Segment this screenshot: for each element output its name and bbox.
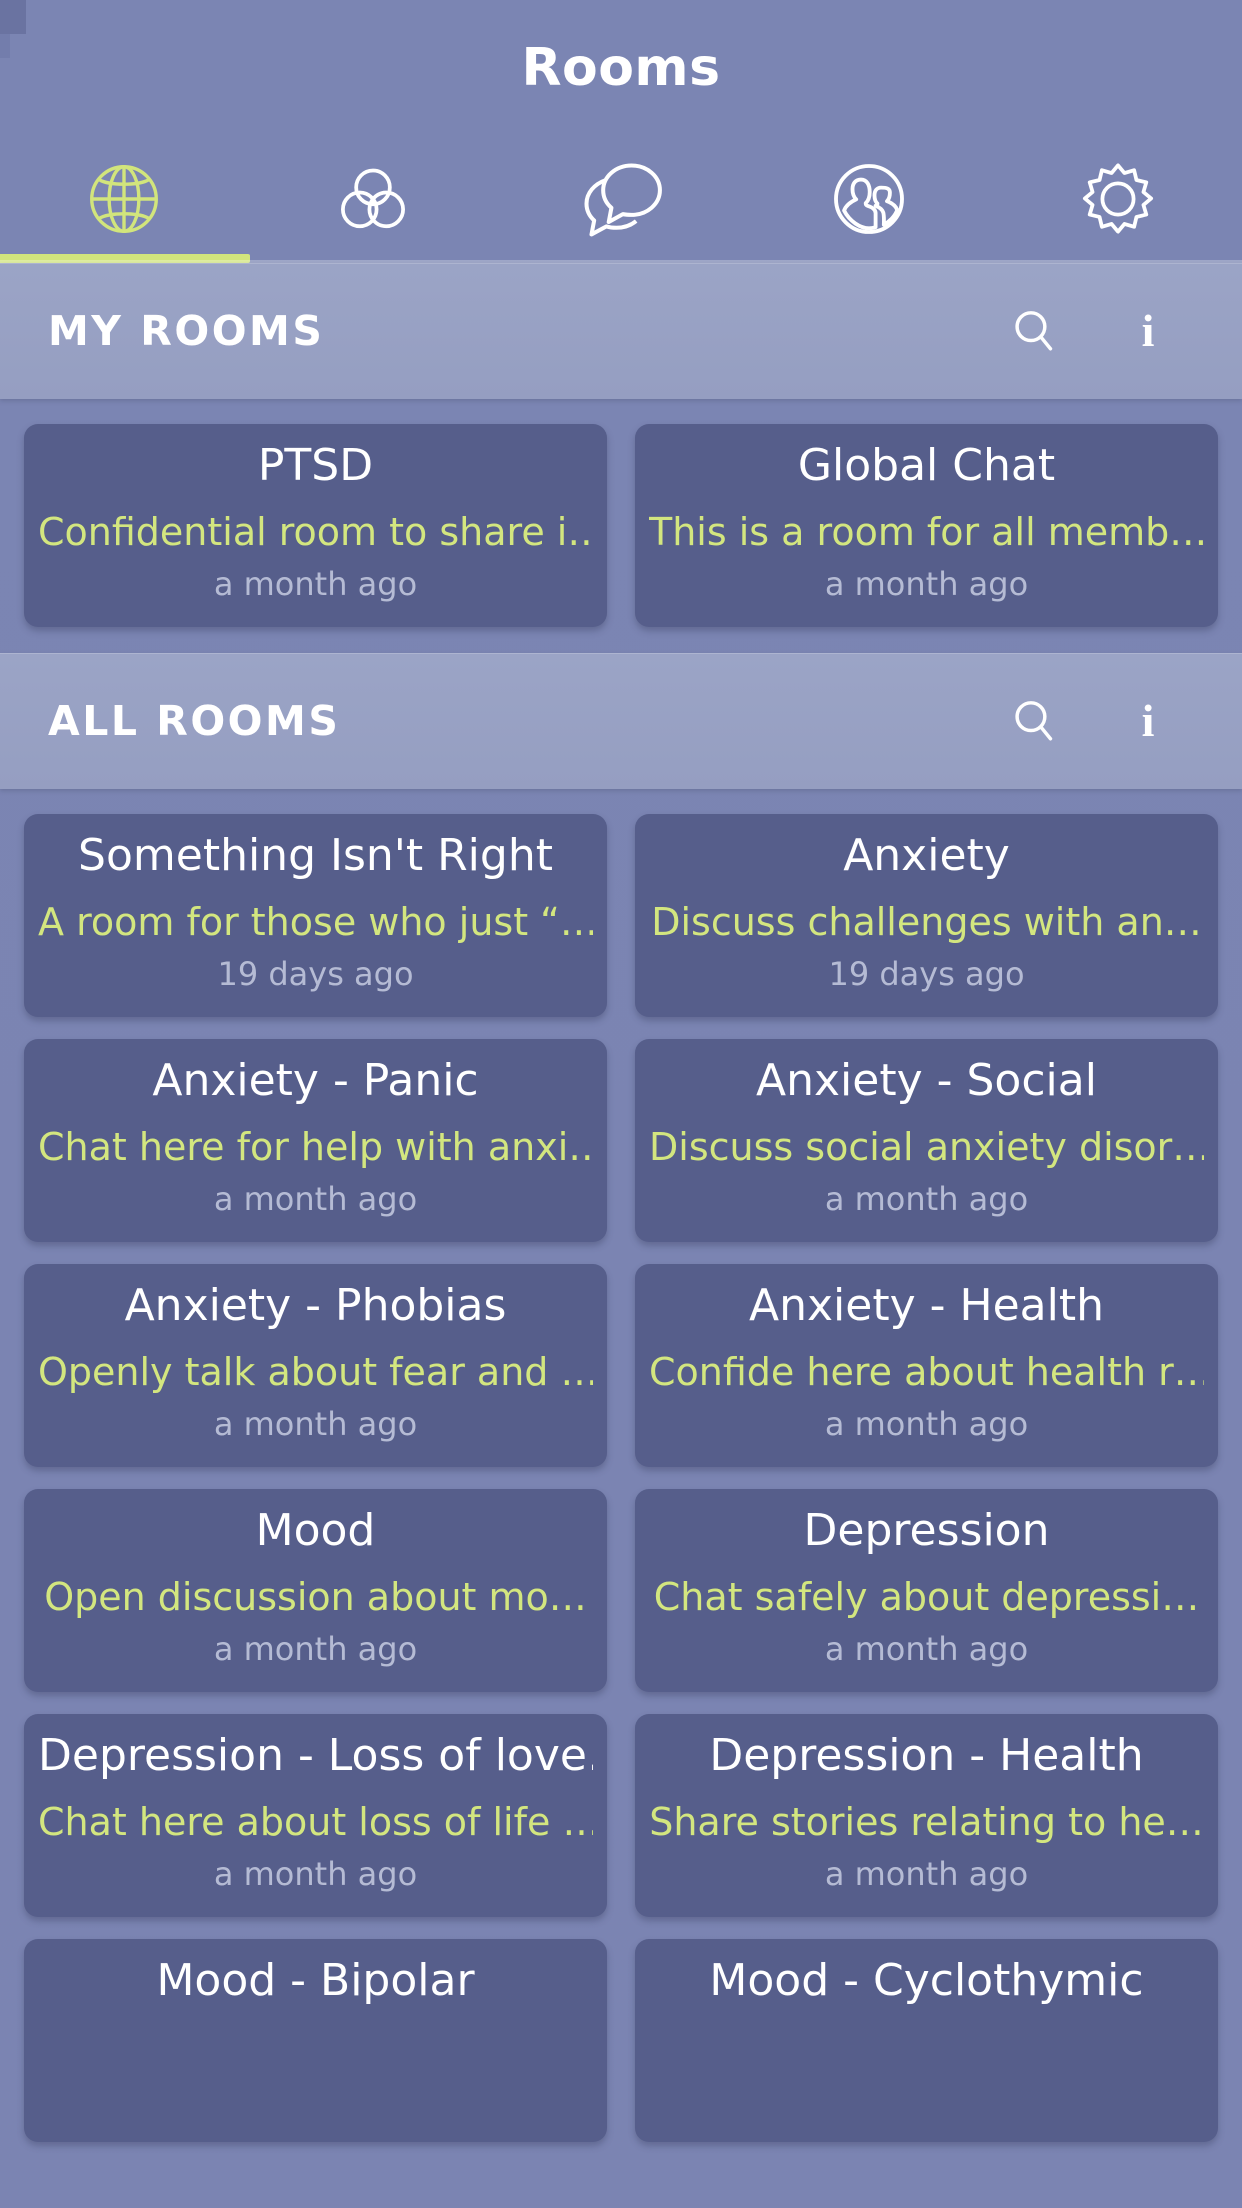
room-card[interactable]: Anxiety - Health Confide here about heal… [635,1264,1218,1467]
room-card[interactable]: Depression - Health Share stories relati… [635,1714,1218,1917]
section-actions: i [1006,693,1194,749]
room-card[interactable]: Anxiety - Phobias Openly talk about fear… [24,1264,607,1467]
room-description: Discuss social anxiety disor… [649,1126,1204,1169]
search-icon[interactable] [1006,303,1062,359]
room-card[interactable]: Something Isn't Right A room for those w… [24,814,607,1017]
room-title: Depression - Health [709,1732,1144,1780]
people-circle-icon [825,155,913,243]
tab-groups[interactable] [248,135,496,263]
room-card[interactable]: PTSD Confidential room to share i… a mon… [24,424,607,627]
room-title: Mood - Bipolar [156,1957,475,2005]
tab-bar [0,135,1242,263]
all-rooms-grid: Something Isn't Right A room for those w… [0,789,1242,2142]
room-timestamp: a month ago [824,1180,1029,1219]
room-description: This is a room for all memb… [649,511,1204,554]
tab-settings[interactable] [994,135,1242,263]
section-title: MY ROOMS [48,307,325,355]
room-card[interactable]: Mood - Bipolar [24,1939,607,2142]
info-icon[interactable]: i [1120,303,1176,359]
tab-chat[interactable] [497,135,745,263]
room-title: Mood [255,1507,376,1555]
room-timestamp: 19 days ago [828,955,1025,994]
room-timestamp: a month ago [824,1855,1029,1894]
room-card[interactable]: Anxiety Discuss challenges with an… 19 d… [635,814,1218,1017]
section-actions: i [1006,303,1194,359]
room-description: Chat here for help with anxi… [38,1126,593,1169]
room-title: Anxiety - Health [749,1282,1104,1330]
room-card[interactable]: Mood Open discussion about mo… a month a… [24,1489,607,1692]
room-description: Confidential room to share i… [38,511,593,554]
room-card[interactable]: Depression - Loss of love… Chat here abo… [24,1714,607,1917]
tab-global[interactable] [0,135,248,263]
room-timestamp: a month ago [213,565,418,604]
room-description: Open discussion about mo… [44,1576,587,1619]
tab-contacts[interactable] [745,135,993,263]
room-description: Share stories relating to he… [649,1801,1204,1844]
room-timestamp: a month ago [213,1855,418,1894]
room-description: Chat safely about depressi… [653,1576,1200,1619]
room-description: A room for those who just “… [38,901,593,944]
room-timestamp: a month ago [213,1180,418,1219]
app-screen: Rooms MY ROOMS i PTSD Confidential room … [0,0,1242,2208]
search-icon[interactable] [1006,693,1062,749]
room-description: Chat here about loss of life … [38,1801,593,1844]
room-title: Anxiety - Panic [152,1057,479,1105]
room-timestamp: a month ago [213,1405,418,1444]
room-timestamp: 19 days ago [217,955,414,994]
room-title: PTSD [257,442,374,490]
info-icon[interactable]: i [1120,693,1176,749]
room-card[interactable]: Mood - Cyclothymic [635,1939,1218,2142]
globe-icon [81,156,167,242]
room-card[interactable]: Anxiety - Panic Chat here for help with … [24,1039,607,1242]
section-title: ALL ROOMS [48,697,341,745]
room-card[interactable]: Global Chat This is a room for all memb…… [635,424,1218,627]
room-title: Global Chat [797,442,1056,490]
room-title: Anxiety - Phobias [124,1282,507,1330]
room-title: Depression - Loss of love… [38,1732,593,1780]
room-title: Mood - Cyclothymic [709,1957,1144,2005]
room-title: Something Isn't Right [78,832,553,880]
room-card[interactable]: Depression Chat safely about depressi… a… [635,1489,1218,1692]
room-title: Anxiety [843,832,1010,880]
section-header-all-rooms: ALL ROOMS i [0,653,1242,789]
room-card[interactable]: Anxiety - Social Discuss social anxiety … [635,1039,1218,1242]
section-header-my-rooms: MY ROOMS i [0,263,1242,399]
room-title: Anxiety - Social [756,1057,1097,1105]
room-timestamp: a month ago [824,1405,1029,1444]
chat-bubbles-icon [575,153,667,245]
room-title: Depression [803,1507,1050,1555]
room-description: Openly talk about fear and … [38,1351,593,1394]
page-title: Rooms [521,37,721,98]
room-timestamp: a month ago [213,1630,418,1669]
room-timestamp: a month ago [824,565,1029,604]
circles-icon [330,156,416,242]
my-rooms-grid: PTSD Confidential room to share i… a mon… [0,399,1242,653]
app-bar: Rooms [0,0,1242,135]
room-timestamp: a month ago [824,1630,1029,1669]
room-description: Discuss challenges with an… [651,901,1202,944]
gear-icon [1075,156,1161,242]
room-description: Confide here about health r… [649,1351,1204,1394]
